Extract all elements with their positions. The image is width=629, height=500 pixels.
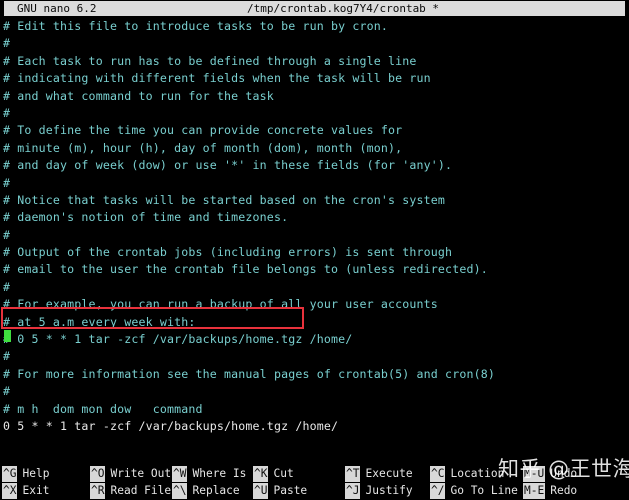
shortcut-key: ^J [345, 483, 361, 499]
shortcut-bar: ^G Help ^O Write Out ^W Where Is ^K Cut ^T Execut… [0, 464, 629, 500]
titlebar: GNU nano 6.2 /tmp/crontab.kog7Y4/crontab… [4, 1, 625, 16]
shortcut-label: Read File [110, 484, 172, 497]
shortcut-key: ^/ [430, 483, 446, 499]
editor-line: # [3, 227, 11, 242]
shortcut-help[interactable]: ^G Help [2, 466, 49, 482]
editor-line: # and what command to run for the task [3, 88, 274, 103]
editor-line: # For example, you can run a backup of a… [3, 297, 438, 312]
shortcut-key: ^K [253, 466, 269, 482]
shortcut-execute[interactable]: ^T Execute [345, 466, 413, 482]
editor-text-area[interactable]: # Edit this file to introduce tasks to b… [0, 18, 629, 458]
shortcut-write-out[interactable]: ^O Write Out [90, 466, 171, 482]
shortcut-location[interactable]: ^C Location [430, 466, 504, 482]
nano-version-label: GNU nano 6.2 [17, 2, 97, 15]
shortcut-label: Undo [550, 467, 578, 480]
shortcut-label: Write Out [110, 467, 172, 480]
shortcut-undo[interactable]: M-U Undo [523, 466, 577, 482]
text-cursor [4, 330, 11, 342]
shortcut-label: Redo [550, 484, 578, 497]
editor-line: # email to the user the crontab file bel… [3, 262, 488, 277]
editor-line: # Notice that tasks will be started base… [3, 192, 446, 207]
editor-line: # [3, 175, 11, 190]
shortcut-label: Exit [22, 484, 50, 497]
shortcut-label: Replace [192, 484, 240, 497]
shortcut-key: M-E [523, 483, 546, 499]
shortcut-label: Cut [273, 467, 294, 480]
editor-line: # 0 5 * * 1 tar -zcf /var/backups/home.t… [3, 332, 353, 347]
shortcut-key: ^\ [172, 483, 188, 499]
shortcut-label: Where Is [192, 467, 247, 480]
shortcut-key: ^G [2, 466, 18, 482]
editor-line: # minute (m), hour (h), day of month (do… [3, 140, 403, 155]
editor-line: # indicating with different fields when … [3, 71, 431, 86]
editor-line: # Output of the crontab jobs (including … [3, 245, 453, 260]
shortcut-row-2: ^X Exit ^R Read File ^\ Replace ^U Paste ^J Justi… [0, 483, 629, 500]
shortcut-key: ^X [2, 483, 18, 499]
editor-line: # at 5 a.m every week with: [3, 314, 196, 329]
shortcut-key: ^R [90, 483, 106, 499]
shortcut-where-is[interactable]: ^W Where Is [172, 466, 246, 482]
shortcut-go-to-line[interactable]: ^/ Go To Line [430, 483, 518, 499]
nano-editor-window: GNU nano 6.2 /tmp/crontab.kog7Y4/crontab… [0, 0, 629, 500]
shortcut-label: Paste [273, 484, 308, 497]
shortcut-paste[interactable]: ^U Paste [253, 483, 307, 499]
shortcut-key: ^O [90, 466, 106, 482]
editor-line: # For more information see the manual pa… [3, 366, 495, 381]
editor-line: # Edit this file to introduce tasks to b… [3, 19, 389, 33]
editor-line: # [3, 349, 11, 364]
shortcut-key: ^T [345, 466, 361, 482]
shortcut-label: Go To Line [450, 484, 518, 497]
shortcut-key: ^W [172, 466, 188, 482]
editor-line: # [3, 384, 11, 399]
shortcut-label: Justify [365, 484, 413, 497]
shortcut-key: M-U [523, 466, 546, 482]
shortcut-replace[interactable]: ^\ Replace [172, 483, 240, 499]
shortcut-key: ^C [430, 466, 446, 482]
shortcut-label: Location [450, 467, 505, 480]
crontab-command-line[interactable]: 0 5 * * 1 tar -zcf /var/backups/home.tgz… [0, 418, 629, 435]
shortcut-label: Help [22, 467, 50, 480]
file-path-label: /tmp/crontab.kog7Y4/crontab * [247, 2, 440, 15]
editor-line: # To define the time you can provide con… [3, 123, 403, 138]
shortcut-exit[interactable]: ^X Exit [2, 483, 49, 499]
shortcut-redo[interactable]: M-E Redo [523, 483, 577, 499]
editor-line: # m h dom mon dow command [3, 401, 203, 416]
editor-line: # [3, 105, 11, 120]
editor-line: # and day of week (dow) or use '*' in th… [3, 158, 453, 173]
shortcut-justify[interactable]: ^J Justify [345, 483, 413, 499]
editor-line: # [3, 279, 11, 294]
editor-line: # Each task to run has to be defined thr… [3, 53, 417, 68]
shortcut-read-file[interactable]: ^R Read File [90, 483, 171, 499]
shortcut-key: ^U [253, 483, 269, 499]
editor-line: # daemon's notion of time and timezones. [3, 210, 289, 225]
editor-line: # [3, 36, 11, 51]
shortcut-label: Execute [365, 467, 413, 480]
shortcut-row-1: ^G Help ^O Write Out ^W Where Is ^K Cut ^T Execut… [0, 466, 629, 483]
shortcut-cut[interactable]: ^K Cut [253, 466, 294, 482]
